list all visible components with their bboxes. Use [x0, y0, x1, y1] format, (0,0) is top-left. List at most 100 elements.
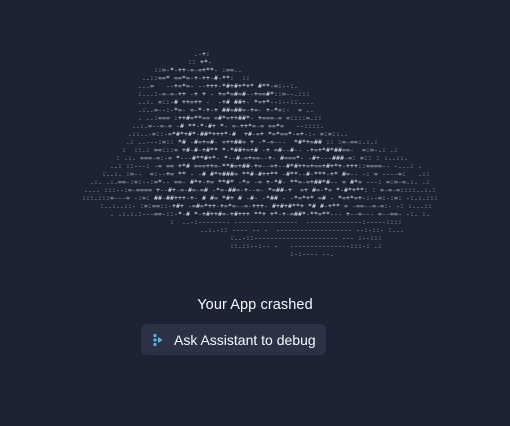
- ascii-glyph: -: [286, 106, 290, 114]
- ascii-glyph: #: [186, 210, 190, 218]
- ascii-glyph: =: [246, 178, 250, 186]
- ascii-glyph: -: [182, 178, 186, 186]
- ascii-glyph: =: [344, 202, 348, 210]
- ascii-glyph: :: [230, 74, 234, 82]
- ascii-glyph: =: [174, 146, 178, 154]
- ascii-glyph: :: [364, 186, 368, 194]
- ascii-glyph: :: [382, 146, 386, 154]
- ascii-glyph: :: [146, 162, 150, 170]
- ascii-glyph: :: [170, 138, 174, 146]
- ascii-glyph: .: [400, 226, 404, 234]
- ascii-glyph: .: [418, 162, 422, 170]
- ascii-glyph: =: [166, 114, 170, 122]
- ascii-glyph: -: [354, 170, 358, 178]
- ascii-glyph: :: [432, 186, 436, 194]
- ascii-glyph: =: [260, 122, 264, 130]
- ascii-glyph: :: [398, 218, 402, 226]
- ascii-glyph: =: [170, 162, 174, 170]
- ascii-glyph: .: [138, 114, 142, 122]
- ascii-glyph: -: [386, 162, 390, 170]
- ascii-glyph: -: [250, 114, 254, 122]
- ascii-glyph: :: [402, 170, 406, 178]
- ascii-glyph: -: [132, 202, 136, 210]
- ascii-cloud-icon: . - +::: + * -:: = - * - + + - = - = + * * -: = =....:: = = * = = *…: [70, 49, 440, 264]
- ascii-glyph: #: [312, 202, 316, 210]
- ascii-glyph: :: [330, 138, 334, 146]
- ascii-glyph: -: [334, 234, 338, 242]
- ascii-glyph: -: [300, 154, 304, 162]
- ascii-glyph: :: [146, 146, 150, 154]
- ascii-glyph: -: [190, 170, 194, 178]
- ascii-glyph: -: [338, 210, 342, 218]
- ascii-glyph: -: [312, 130, 316, 138]
- ascii-glyph: :: [378, 178, 382, 186]
- ascii-glyph: -: [138, 170, 142, 178]
- ascii-glyph: .: [414, 178, 418, 186]
- ascii-glyph: :: [372, 186, 376, 194]
- ascii-glyph: :: [224, 226, 228, 234]
- ascii-glyph: -: [260, 186, 264, 194]
- ascii-glyph: =: [278, 114, 282, 122]
- ascii-glyph: +: [250, 138, 254, 146]
- ascii-glyph: #: [254, 146, 258, 154]
- ascii-glyph: -: [194, 194, 198, 202]
- ascii-glyph: +: [180, 202, 184, 210]
- ascii-glyph: -: [370, 210, 374, 218]
- ascii-glyph: .: [414, 210, 418, 218]
- ascii-glyph: =: [150, 82, 154, 90]
- ascii-glyph: -: [272, 154, 276, 162]
- ascii-glyph: =: [148, 186, 152, 194]
- ascii-glyph: :: [378, 242, 382, 250]
- ascii-glyph: :: [246, 74, 250, 82]
- ascii-glyph: .: [150, 98, 154, 106]
- ascii-glyph: :: [376, 154, 380, 162]
- ascii-glyph: +: [260, 130, 264, 138]
- ascii-glyph: -: [216, 154, 220, 162]
- ascii-glyph: .: [294, 82, 298, 90]
- ascii-glyph: .: [118, 170, 122, 178]
- ascii-glyph: =: [170, 170, 174, 178]
- ascii-glyph: -: [206, 98, 210, 106]
- crash-screen: . - +::: + * -:: = - * - + + - = - = + * * -: = =....:: = = * = = *…: [0, 0, 510, 426]
- ascii-glyph: -: [190, 82, 194, 90]
- ascii-glyph: :: [352, 154, 356, 162]
- ascii-glyph: =: [168, 122, 172, 130]
- ascii-glyph: =: [234, 170, 238, 178]
- ascii-glyph: +: [212, 122, 216, 130]
- ascii-glyph: :: [318, 114, 322, 122]
- ascii-glyph: :: [410, 162, 414, 170]
- ascii-glyph: .: [320, 122, 324, 130]
- ascii-glyph: #: [186, 162, 190, 170]
- ascii-glyph: :: [366, 170, 370, 178]
- ascii-glyph: =: [206, 114, 210, 122]
- ascii-glyph: =: [358, 178, 362, 186]
- ascii-glyph: +: [246, 210, 250, 218]
- ascii-glyph: +: [304, 186, 308, 194]
- ascii-glyph: -: [380, 226, 384, 234]
- ascii-glyph: -: [334, 178, 338, 186]
- assistant-icon: [152, 333, 164, 347]
- ascii-glyph: *: [336, 202, 340, 210]
- ascii-glyph: .: [132, 154, 136, 162]
- ascii-glyph: =: [126, 194, 130, 202]
- ascii-glyph: *: [214, 146, 218, 154]
- ascii-glyph: .: [426, 210, 430, 218]
- ascii-glyph: :: [306, 90, 310, 98]
- ascii-glyph: :: [394, 146, 398, 154]
- ascii-glyph: .: [310, 98, 314, 106]
- ascii-glyph: =: [298, 106, 302, 114]
- ascii-glyph: #: [180, 122, 184, 130]
- crash-title: Your App crashed: [197, 297, 313, 313]
- ascii-glyph: =: [158, 162, 162, 170]
- ascii-glyph: -: [314, 250, 318, 258]
- ascii-glyph: #: [274, 194, 278, 202]
- ascii-glyph: .: [404, 154, 408, 162]
- ascii-glyph: *: [250, 82, 254, 90]
- ascii-glyph: #: [202, 194, 206, 202]
- ascii-glyph: -: [266, 242, 270, 250]
- ascii-glyph: =: [374, 170, 378, 178]
- ask-assistant-debug-button[interactable]: Ask Assistant to debug: [141, 324, 326, 355]
- ascii-glyph: -: [226, 218, 230, 226]
- ascii-glyph: :: [170, 218, 174, 226]
- ascii-glyph: #: [174, 98, 178, 106]
